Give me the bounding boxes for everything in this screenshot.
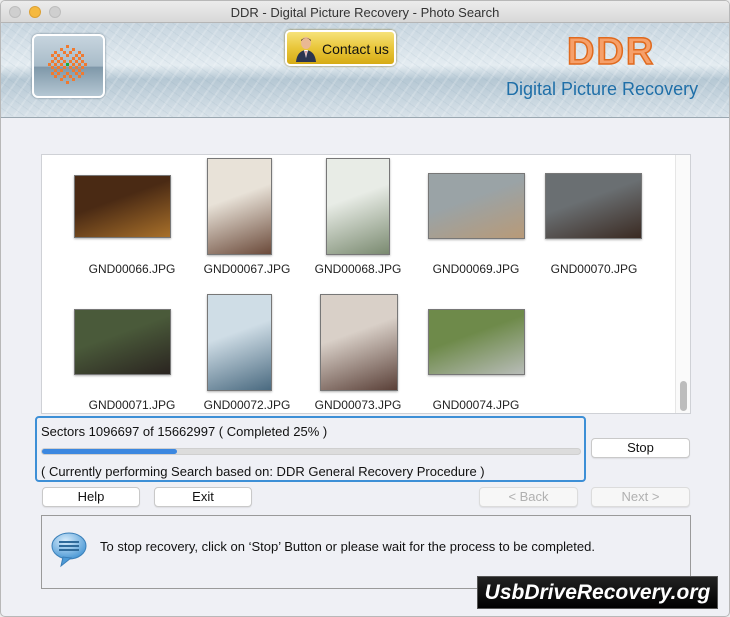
photo-gallery: GND00066.JPG GND00067.JPG GND00068.JPG GND0… — [41, 154, 691, 414]
window-title: DDR - Digital Picture Recovery - Photo S… — [230, 5, 500, 20]
sectors-status: Sectors 1096697 of 15662997 ( Completed … — [41, 424, 328, 439]
photo-image[interactable] — [428, 309, 525, 375]
progress-bar — [41, 448, 581, 455]
photo-filename: GND00074.JPG — [432, 398, 520, 412]
photo-image[interactable] — [326, 158, 390, 255]
exit-button[interactable]: Exit — [154, 487, 252, 507]
progress-bar-fill — [42, 449, 177, 454]
progress-panel: Sectors 1096697 of 15662997 ( Completed … — [35, 416, 586, 482]
photo-filename: GND00068.JPG — [314, 262, 402, 276]
watermark-label: UsbDriveRecovery.org — [477, 576, 718, 609]
brand-subtitle: Digital Picture Recovery — [506, 79, 699, 99]
photo-filename: GND00069.JPG — [432, 262, 520, 276]
photo-image[interactable] — [207, 294, 272, 391]
photo-filename: GND00071.JPG — [88, 398, 176, 412]
photo-filename: GND00067.JPG — [203, 262, 291, 276]
photo-image[interactable] — [428, 173, 525, 239]
photo-filename: GND00073.JPG — [314, 398, 402, 412]
stop-button[interactable]: Stop — [591, 438, 690, 458]
photo-image[interactable] — [74, 309, 171, 375]
header-banner: Contact us DDR Digital Picture Recovery — [1, 23, 729, 118]
scrollbar-thumb[interactable] — [680, 381, 687, 411]
photo-image[interactable] — [74, 175, 171, 238]
back-button[interactable]: < Back — [479, 487, 578, 507]
photo-filename: GND00066.JPG — [88, 262, 176, 276]
current-procedure: ( Currently performing Search based on: … — [41, 464, 485, 479]
title-bar: DDR - Digital Picture Recovery - Photo S… — [1, 1, 729, 23]
speech-bubble-icon — [51, 532, 87, 568]
contact-us-button[interactable]: Contact us — [285, 30, 396, 66]
gallery-scrollbar[interactable] — [675, 155, 690, 413]
photo-filename: GND00070.JPG — [550, 262, 638, 276]
photo-image[interactable] — [545, 173, 642, 239]
help-button[interactable]: Help — [42, 487, 140, 507]
ddr-logo-icon — [48, 45, 87, 84]
app-window: DDR - Digital Picture Recovery - Photo S… — [0, 0, 730, 617]
person-icon — [296, 37, 316, 62]
contact-us-label: Contact us — [322, 41, 389, 57]
info-message: To stop recovery, click on ‘Stop’ Button… — [100, 539, 595, 554]
photo-filename: GND00072.JPG — [203, 398, 291, 412]
brand-name: DDR — [566, 30, 656, 74]
photo-image[interactable] — [207, 158, 272, 255]
app-logo — [32, 34, 105, 98]
photo-image[interactable] — [320, 294, 398, 391]
next-button[interactable]: Next > — [591, 487, 690, 507]
